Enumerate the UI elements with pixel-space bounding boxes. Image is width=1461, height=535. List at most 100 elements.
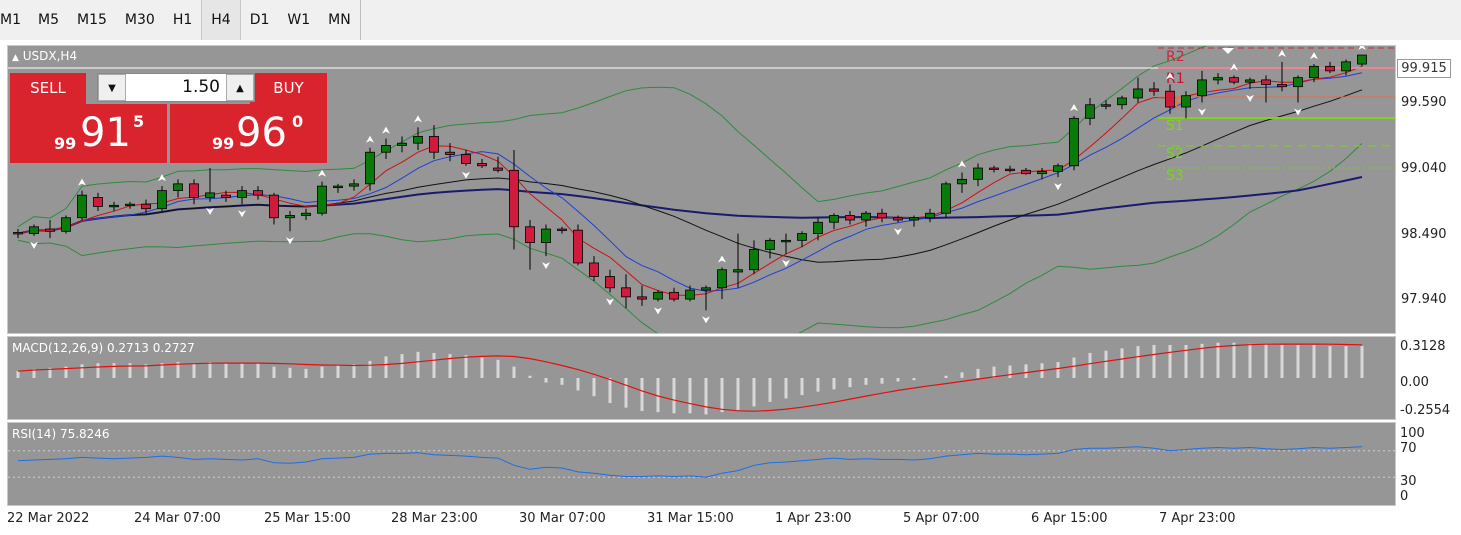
candle-body — [861, 212, 871, 221]
candle-body — [301, 212, 311, 216]
candle-body — [1133, 88, 1143, 99]
fractal-down-arrow — [782, 259, 790, 267]
timeframe-d1[interactable]: D1 — [241, 0, 279, 40]
candle-body — [461, 154, 471, 164]
candle-body — [349, 183, 359, 187]
candle-body — [1229, 77, 1239, 83]
candle-body — [13, 232, 23, 235]
pivot-label-r2: R2 — [1166, 49, 1185, 65]
candle-body — [109, 204, 119, 208]
sell-price-button[interactable]: 99 91 5 — [10, 104, 167, 163]
candle-body — [45, 228, 55, 232]
candle-body — [669, 291, 679, 300]
candle-body — [749, 248, 759, 271]
buy-button[interactable]: BUY — [250, 73, 327, 104]
time-tick: 22 Mar 2022 — [7, 511, 90, 526]
time-tick: 25 Mar 15:00 — [264, 511, 351, 526]
candle-body — [589, 262, 599, 277]
macd-pane[interactable] — [7, 336, 1396, 420]
candle-body — [925, 212, 935, 219]
candle-body — [973, 167, 983, 180]
fractal-down-arrow — [286, 237, 294, 245]
rsi-label: RSI(14) 75.8246 — [12, 427, 110, 441]
last-price-tag: 99.915 — [1397, 59, 1451, 78]
candle-body — [877, 212, 887, 219]
fractal-down-arrow — [30, 241, 38, 249]
candle-body — [557, 228, 567, 231]
candle-body — [1149, 88, 1159, 92]
candle-body — [1165, 90, 1175, 108]
price-tick: 98.490 — [1401, 227, 1447, 242]
timeframe-m5[interactable]: M5 — [29, 0, 68, 40]
rsi-chart — [8, 446, 1395, 478]
fractal-up-arrow — [414, 115, 422, 123]
candle-body — [845, 215, 855, 221]
candle-body — [573, 229, 583, 264]
buy-price-prefix: 99 — [212, 134, 235, 153]
candle-body — [765, 239, 775, 250]
time-tick: 31 Mar 15:00 — [647, 511, 734, 526]
price-tick: 97.940 — [1401, 292, 1447, 307]
fractal-down-arrow — [606, 298, 614, 306]
price-tick: 99.040 — [1401, 161, 1447, 176]
candle-body — [541, 228, 551, 244]
macd-tick: 0.3128 — [1400, 339, 1446, 354]
fractal-down-arrow — [894, 228, 902, 236]
candle-body — [941, 183, 951, 214]
candle-body — [125, 203, 135, 207]
timeframe-h1[interactable]: H1 — [164, 0, 201, 40]
candle-body — [285, 215, 295, 219]
timeframe-w1[interactable]: W1 — [278, 0, 319, 40]
candle-body — [205, 192, 215, 198]
time-tick: 1 Apr 23:00 — [775, 511, 852, 526]
candle-body — [525, 226, 535, 244]
timeframe-h4[interactable]: H4 — [201, 0, 241, 40]
macd-label: MACD(12,26,9) 0.2713 0.2727 — [12, 341, 195, 355]
candle-body — [829, 215, 839, 223]
volume-input[interactable]: 1.50 — [128, 74, 224, 101]
time-tick: 5 Apr 07:00 — [903, 511, 980, 526]
candle-body — [1117, 97, 1127, 106]
candle-body — [333, 185, 343, 189]
buy-price-button[interactable]: 99 96 0 — [170, 104, 327, 163]
rsi-tick: 70 — [1400, 441, 1417, 456]
candle-body — [1021, 169, 1031, 175]
candle-body — [1197, 79, 1207, 97]
buy-price-pips: 96 — [236, 110, 287, 156]
candle-body — [93, 197, 103, 207]
buy-price-fraction: 0 — [292, 112, 304, 131]
macd-tick: -0.2554 — [1400, 403, 1451, 418]
fractal-up-arrow — [1230, 63, 1238, 71]
sell-button[interactable]: SELL — [10, 73, 86, 104]
rsi-pane[interactable] — [7, 422, 1396, 506]
candle-body — [797, 233, 807, 241]
rsi-tick: 30 — [1400, 474, 1417, 489]
candle-body — [909, 217, 919, 221]
candle-body — [1053, 165, 1063, 172]
sell-price-fraction: 5 — [133, 112, 145, 131]
timeframe-m15[interactable]: M15 — [68, 0, 116, 40]
candle-body — [1277, 84, 1287, 88]
timeframe-m30[interactable]: M30 — [116, 0, 164, 40]
fractal-up-arrow — [718, 255, 726, 263]
candle-body — [365, 151, 375, 185]
volume-decrease-button[interactable]: ▼ — [98, 74, 126, 101]
candle-body — [1101, 104, 1111, 107]
period-separator-marker — [1222, 48, 1234, 54]
candle-body — [269, 194, 279, 219]
fractal-up-arrow — [1070, 104, 1078, 112]
fractal-down-arrow — [462, 171, 470, 179]
rsi-line — [17, 446, 1363, 478]
fractal-down-arrow — [654, 307, 662, 315]
time-tick: 28 Mar 23:00 — [391, 511, 478, 526]
pivot-label-s2: S2 — [1166, 146, 1184, 162]
fractal-up-arrow — [78, 178, 86, 186]
fractal-down-arrow — [542, 262, 550, 270]
fractal-up-arrow — [1278, 49, 1286, 57]
macd-chart — [16, 342, 1364, 415]
timeframe-mn[interactable]: MN — [319, 0, 360, 40]
volume-increase-button[interactable]: ▲ — [226, 74, 254, 101]
time-tick: 30 Mar 07:00 — [519, 511, 606, 526]
timeframe-m1[interactable]: M1 — [0, 0, 29, 40]
candle-body — [1325, 65, 1335, 72]
